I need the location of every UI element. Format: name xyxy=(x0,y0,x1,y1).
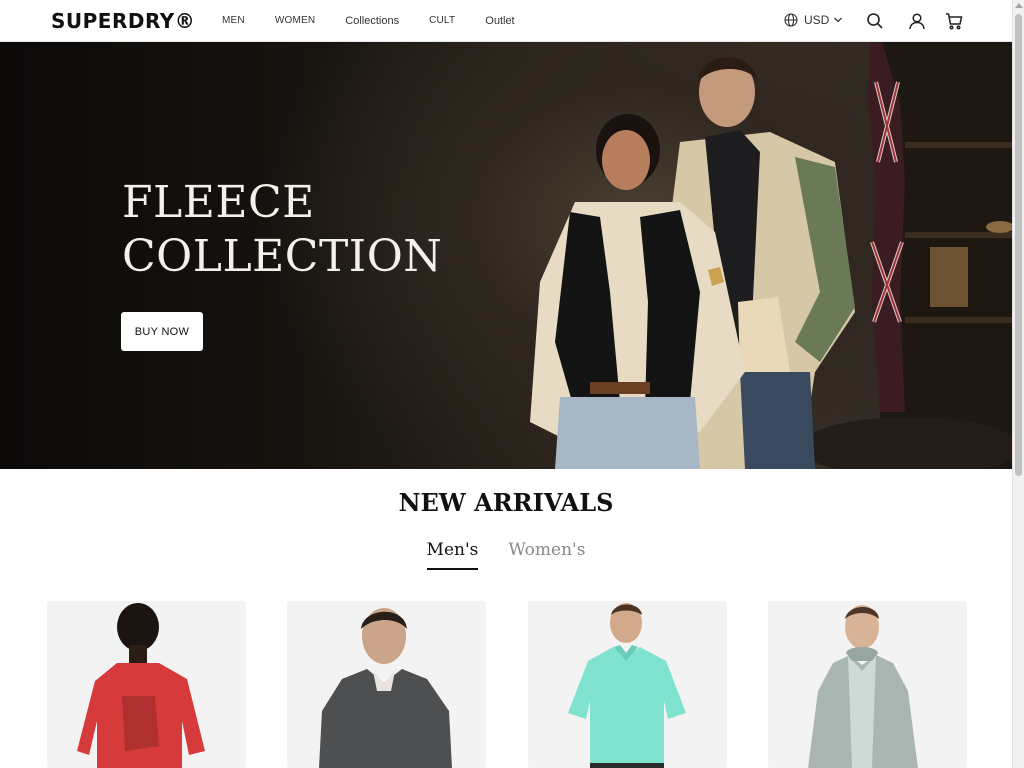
user-icon[interactable] xyxy=(908,12,926,30)
product-card[interactable] xyxy=(287,601,486,768)
scroll-thumb[interactable] xyxy=(1015,14,1022,476)
nav-item-men[interactable]: MEN xyxy=(222,15,245,27)
nav-item-cult[interactable]: CULT xyxy=(429,15,455,27)
page-scrollbar[interactable] xyxy=(1012,0,1024,768)
hero-title-line2: COLLECTION xyxy=(122,231,443,282)
hero-title-line1: FLEECE xyxy=(122,177,315,228)
site-header: SUPERDRY® MEN WOMEN Collections CULT Out… xyxy=(0,0,1012,42)
search-icon[interactable] xyxy=(866,12,884,30)
product-card[interactable] xyxy=(528,601,727,768)
currency-selector[interactable]: USD xyxy=(784,13,843,27)
hero-title: FLEECE COLLECTION xyxy=(122,176,442,284)
buy-now-button[interactable]: BUY NOW xyxy=(121,312,203,351)
new-arrivals-tabs: Men's Women's xyxy=(0,540,1012,570)
main-nav: MEN WOMEN Collections CULT Outlet xyxy=(222,15,545,27)
product-card[interactable] xyxy=(768,601,967,768)
product-image-mint-polo xyxy=(568,603,686,768)
cart-icon[interactable] xyxy=(945,12,963,30)
tab-mens[interactable]: Men's xyxy=(426,540,479,570)
scroll-up-arrow-icon[interactable] xyxy=(1015,3,1023,8)
logo[interactable]: SUPERDRY® xyxy=(51,9,195,33)
nav-item-outlet[interactable]: Outlet xyxy=(485,15,514,27)
product-image-sage-hoodie xyxy=(808,605,918,768)
tab-womens[interactable]: Women's xyxy=(508,540,585,570)
globe-icon xyxy=(784,13,798,27)
nav-item-women[interactable]: WOMEN xyxy=(275,15,315,27)
nav-item-collections[interactable]: Collections xyxy=(345,15,399,27)
chevron-down-icon xyxy=(834,17,843,23)
new-arrivals-title: NEW ARRIVALS xyxy=(398,488,614,517)
hero-banner: FLEECE COLLECTION BUY NOW xyxy=(0,42,1012,469)
product-card[interactable] xyxy=(47,601,246,768)
product-image-grey-sweater xyxy=(319,608,452,768)
product-image-red-tshirt xyxy=(77,603,205,768)
currency-label: USD xyxy=(804,13,830,27)
